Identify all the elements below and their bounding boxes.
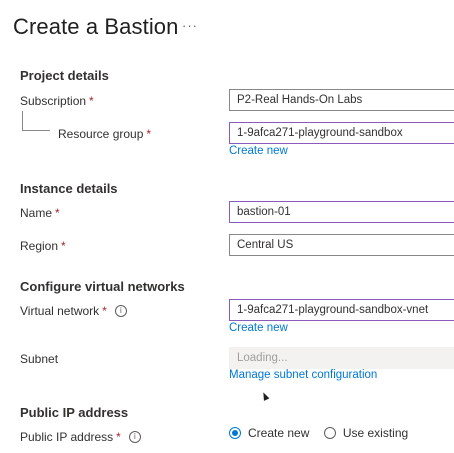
subnet-label: Subnet: [20, 352, 59, 366]
public-ip-address-label: Public IP address * i: [20, 430, 141, 444]
name-input[interactable]: bastion-01: [229, 201, 454, 223]
name-label-text: Name: [20, 206, 53, 220]
region-label-text: Region: [20, 239, 59, 253]
required-marker: *: [116, 430, 121, 444]
info-icon[interactable]: i: [114, 304, 127, 317]
info-icon[interactable]: i: [128, 430, 141, 443]
virtual-network-label-text: Virtual network: [20, 304, 100, 318]
radio-use-existing[interactable]: Use existing: [323, 426, 409, 440]
resource-group-select[interactable]: 1-9afca271-playground-sandbox: [229, 122, 454, 144]
public-ip-address-label-text: Public IP address: [20, 430, 114, 444]
required-marker: *: [146, 127, 152, 141]
create-bastion-page: Create a Bastion ··· Project details Sub…: [0, 0, 454, 453]
radio-use-existing-label: Use existing: [342, 426, 409, 440]
required-marker: *: [89, 94, 94, 108]
create-new-resource-group-link[interactable]: Create new: [229, 145, 288, 157]
subscription-select[interactable]: P2-Real Hands-On Labs: [229, 89, 454, 111]
manage-subnet-configuration-link[interactable]: Manage subnet configuration: [229, 369, 377, 381]
subnet-select[interactable]: Loading...: [229, 347, 454, 369]
page-title: Create a Bastion: [13, 14, 179, 39]
section-heading-project-details: Project details: [20, 68, 109, 83]
public-ip-radio-group: Create new Use existing: [229, 426, 418, 444]
virtual-network-label: Virtual network * i: [20, 304, 127, 318]
name-label: Name *: [20, 206, 60, 220]
section-heading-public-ip: Public IP address: [20, 405, 129, 420]
subscription-label-text: Subscription: [20, 94, 87, 108]
more-options-icon[interactable]: ···: [182, 18, 198, 33]
mouse-cursor-icon: [260, 391, 270, 401]
required-marker: *: [61, 239, 66, 253]
required-marker: *: [55, 206, 60, 220]
resource-group-label-text: Resource group: [58, 127, 144, 141]
section-heading-virtual-networks: Configure virtual networks: [20, 279, 185, 294]
radio-create-new-label: Create new: [248, 426, 310, 440]
region-select[interactable]: Central US: [229, 234, 454, 256]
tree-connector-horizontal: [22, 130, 50, 131]
resource-group-label: Resource group *: [58, 127, 151, 141]
subscription-label: Subscription *: [20, 94, 94, 108]
region-label: Region *: [20, 239, 66, 253]
radio-create-new[interactable]: Create new: [229, 426, 309, 440]
radio-unchecked-icon[interactable]: [323, 427, 336, 439]
tree-connector-vertical: [22, 111, 23, 130]
required-marker: *: [102, 304, 107, 318]
section-heading-instance-details: Instance details: [20, 181, 118, 196]
create-new-virtual-network-link[interactable]: Create new: [229, 322, 288, 334]
radio-checked-icon[interactable]: [229, 427, 241, 439]
virtual-network-select[interactable]: 1-9afca271-playground-sandbox-vnet: [229, 299, 454, 321]
